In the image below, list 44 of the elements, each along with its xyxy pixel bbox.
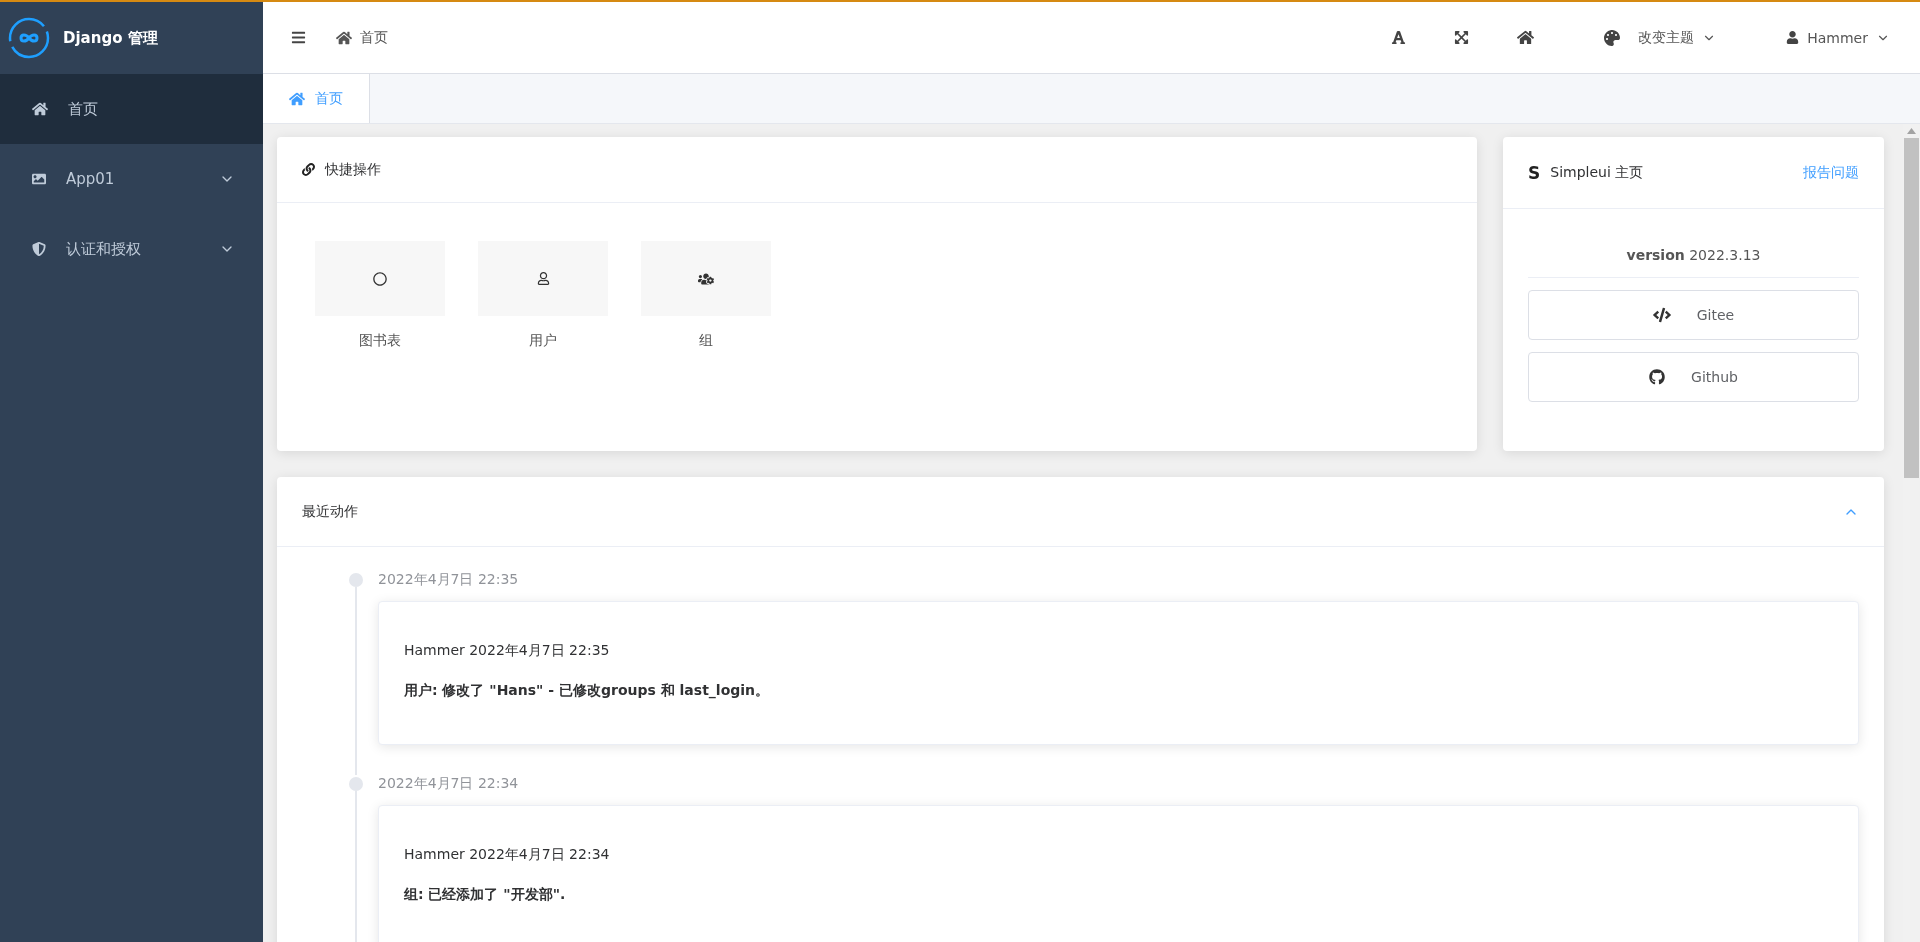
menu-icon[interactable] — [291, 30, 306, 45]
repository-button[interactable]: Github — [1528, 352, 1859, 402]
action-message: 组: 已经添加了 "开发部". — [404, 886, 567, 904]
user-dropdown[interactable]: Hammer — [1786, 29, 1890, 46]
home-icon[interactable] — [1517, 29, 1535, 46]
sidebar-item[interactable]: 首页 — [0, 74, 263, 144]
shortcut-label[interactable]: 图书表 — [359, 332, 401, 350]
timestamp: 2022年4月7日 22:34 — [378, 775, 520, 793]
home-icon — [289, 90, 305, 107]
shortcut-tile[interactable] — [478, 241, 608, 316]
fullscreen-icon[interactable] — [1454, 30, 1470, 45]
action-meta: Hammer 2022年4月7日 22:34 — [404, 846, 611, 864]
scrollbar-thumb[interactable] — [1904, 138, 1919, 478]
sidebar-item[interactable]: App01 — [0, 144, 263, 214]
code-icon — [1652, 306, 1671, 324]
font-icon[interactable] — [1391, 30, 1407, 45]
app-title: Django 管理 — [63, 28, 158, 48]
shield-icon — [32, 242, 46, 256]
shortcut-tile[interactable] — [641, 241, 771, 316]
home-icon — [336, 29, 352, 46]
link-icon — [302, 163, 315, 176]
breadcrumb: 首页 — [336, 28, 388, 47]
palette-icon — [1604, 29, 1621, 46]
shortcut-label[interactable]: 用户 — [529, 332, 557, 350]
user-icon — [536, 272, 550, 285]
card-title: 快捷操作 — [325, 160, 382, 179]
logo-letter: S — [1528, 162, 1541, 183]
theme-dropdown[interactable]: 改变主题 — [1604, 28, 1717, 47]
github-icon — [1649, 369, 1666, 385]
action-message: 用户: 修改了 "Hans" - 已修改groups 和 last_login。 — [404, 682, 771, 700]
image-icon — [32, 172, 46, 186]
home-icon — [32, 101, 48, 117]
shortcut-tile[interactable] — [315, 241, 445, 316]
action-meta: Hammer 2022年4月7日 22:35 — [404, 642, 611, 660]
timestamp: 2022年4月7日 22:35 — [378, 571, 520, 589]
logo-icon — [7, 16, 51, 60]
shortcut-label[interactable]: 组 — [699, 332, 713, 350]
scroll-up-icon[interactable] — [1907, 128, 1916, 134]
card-title: 最近动作 — [302, 502, 359, 521]
card-title: Simpleui 主页 — [1550, 163, 1645, 182]
sidebar-item[interactable]: 认证和授权 — [0, 214, 263, 284]
repository-button[interactable]: Gitee — [1528, 290, 1859, 340]
user-icon — [1786, 31, 1800, 44]
version-text: version 2022.3.13 — [1528, 247, 1859, 278]
